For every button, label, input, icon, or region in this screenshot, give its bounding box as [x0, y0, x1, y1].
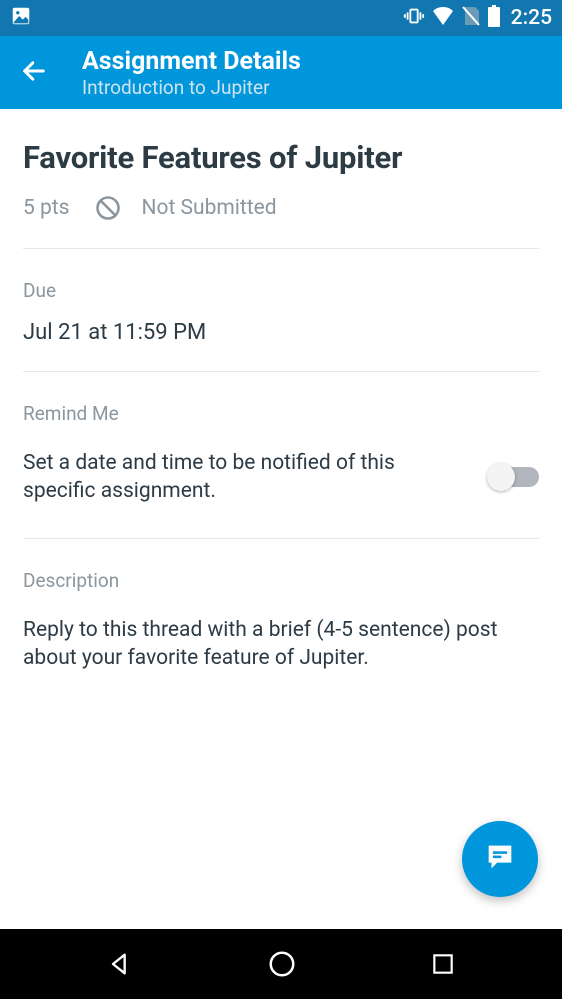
nav-back-button[interactable]	[106, 950, 134, 978]
status-left	[10, 5, 32, 31]
back-button[interactable]	[20, 57, 48, 89]
assignment-title: Favorite Features of Jupiter	[23, 139, 539, 176]
remind-text: Set a date and time to be notified of th…	[23, 449, 459, 506]
points-label: 5 pts	[23, 196, 70, 220]
remind-label: Remind Me	[23, 402, 539, 425]
description-label: Description	[23, 569, 539, 592]
app-bar: Assignment Details Introduction to Jupit…	[0, 36, 562, 109]
divider	[23, 248, 539, 249]
description-text: Reply to this thread with a brief (4-5 s…	[23, 616, 539, 673]
remind-toggle[interactable]	[489, 467, 539, 487]
not-submitted-icon	[94, 194, 122, 222]
due-date: Jul 21 at 11:59 PM	[23, 320, 539, 345]
page-title: Assignment Details	[82, 47, 301, 76]
divider	[23, 538, 539, 539]
chat-fab[interactable]	[462, 821, 538, 897]
wifi-icon	[431, 6, 455, 30]
battery-icon	[487, 5, 501, 31]
status-bar: 2:25	[0, 0, 562, 36]
remind-row: Set a date and time to be notified of th…	[23, 449, 539, 506]
status-label: Not Submitted	[142, 196, 277, 220]
status-right: 2:25	[403, 5, 552, 31]
vibrate-icon	[403, 5, 425, 31]
assignment-meta: 5 pts Not Submitted	[23, 194, 539, 222]
android-nav-bar	[0, 929, 562, 999]
app-bar-titles: Assignment Details Introduction to Jupit…	[82, 47, 301, 99]
nav-home-button[interactable]	[267, 949, 297, 979]
due-label: Due	[23, 279, 539, 302]
page-subtitle: Introduction to Jupiter	[82, 76, 301, 99]
toggle-knob	[487, 463, 515, 491]
nav-recent-button[interactable]	[430, 951, 456, 977]
chat-icon	[483, 840, 517, 878]
no-sim-icon	[461, 5, 481, 31]
status-time: 2:25	[511, 6, 552, 30]
content-area: Favorite Features of Jupiter 5 pts Not S…	[0, 109, 562, 929]
image-icon	[10, 5, 32, 31]
divider	[23, 371, 539, 372]
